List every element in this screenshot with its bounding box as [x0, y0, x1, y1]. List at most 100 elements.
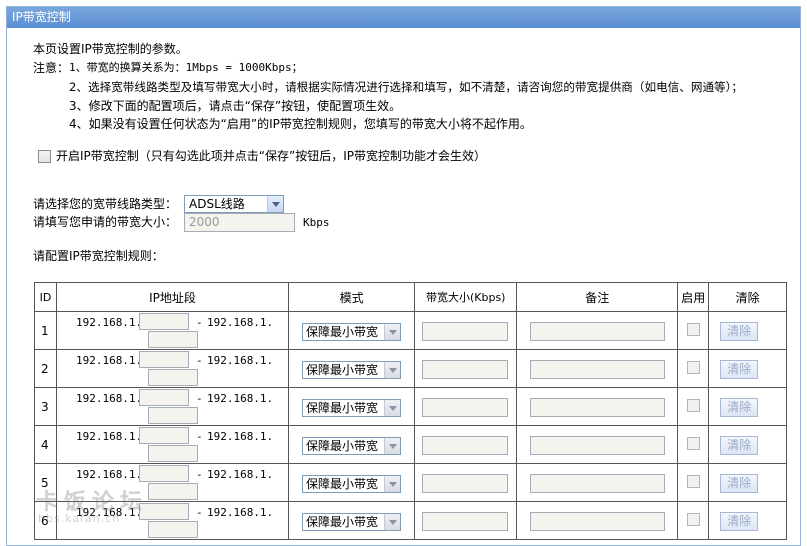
chevron-down-icon [383, 400, 400, 416]
ip-end-input[interactable] [147, 369, 198, 386]
ip-end-input[interactable] [147, 445, 198, 462]
clear-cell: 清除 [708, 311, 787, 350]
main-frame: IP带宽控制 本页设置IP带宽控制的参数。 注意： 1、带宽的换算关系为：1Mb… [6, 6, 801, 546]
note-input[interactable] [530, 322, 666, 341]
ip-end-input[interactable] [147, 407, 198, 424]
bw-input[interactable] [422, 436, 509, 455]
note-cell [516, 311, 679, 350]
ip-end-input[interactable] [147, 521, 198, 538]
clear-button[interactable]: 清除 [720, 436, 759, 455]
clear-button[interactable]: 清除 [720, 398, 759, 417]
ip-start-input[interactable] [138, 389, 189, 406]
ip-start-input[interactable] [138, 427, 189, 444]
content-area: 本页设置IP带宽控制的参数。 注意： 1、带宽的换算关系为：1Mbps = 10… [7, 28, 800, 545]
enable-bw-control-label: 开启IP带宽控制（只有勾选此项并点击“保存”按钮后，IP带宽控制功能才会生效） [56, 149, 486, 163]
mode-cell: 保障最小带宽 [287, 349, 416, 388]
clear-button[interactable]: 清除 [720, 512, 759, 531]
mode-select[interactable]: 保障最小带宽 [301, 399, 401, 417]
mode-select[interactable]: 保障最小带宽 [301, 323, 401, 341]
ip-separator: - [195, 468, 203, 481]
bw-input[interactable] [422, 474, 509, 493]
line-type-value: ADSL线路 [189, 197, 245, 211]
clear-button[interactable]: 清除 [720, 360, 759, 379]
header-ip: IP地址段 [55, 282, 289, 312]
clear-cell: 清除 [708, 349, 787, 388]
note-cell [516, 349, 679, 388]
mode-select[interactable]: 保障最小带宽 [301, 475, 401, 493]
note-cell [516, 387, 679, 426]
enable-checkbox[interactable] [687, 437, 701, 450]
chevron-down-icon [383, 438, 400, 454]
enable-checkbox[interactable] [687, 399, 701, 412]
enable-checkbox[interactable] [687, 513, 701, 526]
chevron-down-icon [267, 196, 283, 212]
header-enable: 启用 [677, 282, 710, 312]
mode-value: 保障最小带宽 [305, 439, 378, 453]
bw-input[interactable] [422, 322, 509, 341]
clear-button[interactable]: 清除 [720, 474, 759, 493]
note-input[interactable] [530, 398, 666, 417]
mode-select[interactable]: 保障最小带宽 [301, 361, 401, 379]
enable-checkbox[interactable] [687, 323, 701, 336]
ip-separator: - [195, 316, 203, 329]
bw-input[interactable] [422, 360, 509, 379]
enable-checkbox[interactable] [687, 361, 701, 374]
line-type-select[interactable]: ADSL线路 [184, 195, 284, 213]
bw-cell [414, 463, 518, 502]
intro-text: 本页设置IP带宽控制的参数。 [33, 42, 188, 56]
table-row: 2 192.168.1. - 192.168.1. 保障最小带宽 清除 [34, 349, 787, 388]
enable-checkbox[interactable] [687, 475, 701, 488]
note-3: 3、修改下面的配置项后，请点击“保存”按钮，使配置项生效。 [69, 99, 402, 113]
ip-start-prefix: 192.168.1. [75, 354, 143, 367]
bw-cell [414, 425, 518, 464]
bandwidth-input[interactable]: 2000 [184, 213, 295, 232]
bandwidth-label: 请填写您申请的带宽大小： [33, 215, 178, 229]
note-input[interactable] [530, 436, 666, 455]
chevron-down-icon [383, 324, 400, 340]
ip-start-prefix: 192.168.1. [75, 430, 143, 443]
mode-value: 保障最小带宽 [305, 363, 378, 377]
ip-end-input[interactable] [147, 331, 198, 348]
header-note: 备注 [516, 282, 679, 312]
enable-cell [677, 425, 710, 464]
line-type-label: 请选择您的宽带线路类型： [33, 197, 178, 211]
ip-start-prefix: 192.168.1. [75, 392, 143, 405]
note-input[interactable] [530, 360, 666, 379]
clear-cell: 清除 [708, 463, 787, 502]
header-clear: 清除 [708, 282, 787, 312]
bw-input[interactable] [422, 398, 509, 417]
ip-end-input[interactable] [147, 483, 198, 500]
mode-cell: 保障最小带宽 [287, 311, 416, 350]
ip-start-input[interactable] [138, 313, 189, 330]
note-cell [516, 501, 679, 540]
mode-select[interactable]: 保障最小带宽 [301, 437, 401, 455]
enable-cell [677, 387, 710, 426]
bandwidth-unit: Kbps [303, 216, 330, 229]
bw-cell [414, 311, 518, 350]
watermark-url: bbs.kafan.cn [38, 512, 121, 525]
enable-bw-control-checkbox[interactable] [38, 150, 51, 163]
row-id: 1 [34, 311, 57, 350]
ip-range-cell: 192.168.1. - 192.168.1. [55, 387, 289, 426]
ip-range-cell: 192.168.1. - 192.168.1. [55, 425, 289, 464]
clear-cell: 清除 [708, 425, 787, 464]
ip-separator: - [195, 392, 203, 405]
enable-cell [677, 349, 710, 388]
mode-value: 保障最小带宽 [305, 477, 378, 491]
mode-value: 保障最小带宽 [305, 401, 378, 415]
ip-range-cell: 192.168.1. - 192.168.1. [55, 311, 289, 350]
note-2: 2、选择宽带线路类型及填写带宽大小时，请根据实际情况进行选择和填写，如不清楚，请… [69, 80, 744, 94]
mode-cell: 保障最小带宽 [287, 463, 416, 502]
bw-input[interactable] [422, 512, 509, 531]
ip-start-input[interactable] [138, 465, 189, 482]
row-id: 2 [34, 349, 57, 388]
enable-cell [677, 501, 710, 540]
ip-end-prefix: 192.168.1. [206, 354, 274, 367]
note-label: 注意： [33, 61, 70, 75]
ip-start-input[interactable] [138, 351, 189, 368]
clear-button[interactable]: 清除 [720, 322, 759, 341]
note-input[interactable] [530, 474, 666, 493]
note-cell [516, 425, 679, 464]
mode-select[interactable]: 保障最小带宽 [301, 513, 401, 531]
note-input[interactable] [530, 512, 666, 531]
